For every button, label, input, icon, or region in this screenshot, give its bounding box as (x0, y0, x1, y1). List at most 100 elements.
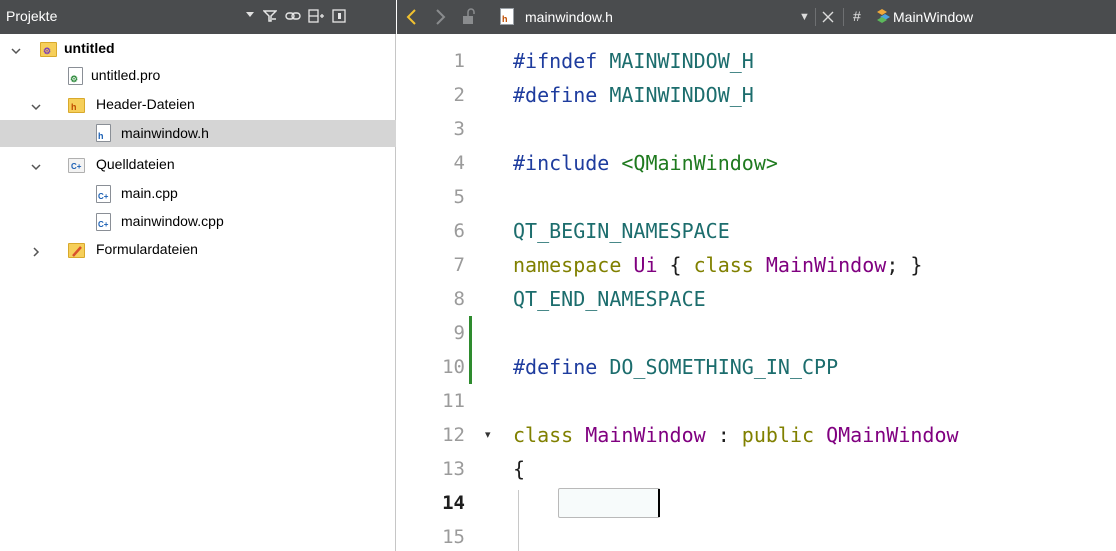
code-token: MAINWINDOW_H (609, 49, 754, 73)
split-icon[interactable] (306, 6, 326, 28)
project-pane-title[interactable]: Projekte (6, 8, 57, 24)
line-number: 13 (442, 458, 465, 480)
code-token: #define (513, 355, 610, 379)
tree-item-label: Formulardateien (96, 241, 198, 257)
code-token: class (513, 423, 586, 447)
open-document-label[interactable]: mainwindow.h (525, 9, 613, 25)
code-token: QT_END_NAMESPACE (513, 287, 706, 311)
forward-arrow-icon[interactable] (433, 6, 451, 28)
tree-item-label: untitled (64, 40, 115, 56)
change-marker (469, 350, 472, 384)
header-folder-icon: h (68, 96, 85, 114)
code-token: MAINWINDOW_H (609, 83, 754, 107)
code-line[interactable]: #ifndef MAINWINDOW_H (513, 44, 754, 78)
code-token: MainWindow (765, 253, 887, 277)
tree-item-label: mainwindow.cpp (121, 213, 224, 229)
line-number: 9 (453, 322, 465, 344)
code-line[interactable]: QT_END_NAMESPACE (513, 282, 706, 316)
fold-arrow-icon[interactable]: ▾ (485, 418, 495, 452)
code-token: DO_SOMETHING_IN_CPP (609, 355, 839, 379)
current-symbol-label[interactable]: MainWindow (893, 9, 973, 25)
line-number-gutter: 1 2 3 4 5 6 7 8 9 10 11 12 ▾ 13 14 15 (397, 34, 519, 551)
change-marker (469, 316, 472, 350)
tree-item-header-dateien[interactable]: h Header-Dateien (0, 92, 396, 119)
pro-file-icon: ⚙ (68, 67, 84, 85)
line-number: 11 (442, 390, 465, 412)
cpp-file-icon: C+ (96, 185, 112, 203)
back-arrow-icon[interactable] (405, 6, 423, 28)
code-token: #include (513, 151, 622, 175)
code-token: public (741, 423, 827, 447)
source-folder-icon: C+ (68, 156, 85, 174)
code-token: { (657, 253, 694, 277)
code-token: QMainWindow (826, 423, 959, 447)
line-number: 1 (453, 50, 465, 72)
line-number: 3 (453, 118, 465, 140)
code-line[interactable]: { (513, 452, 525, 486)
tree-item-mainwindow-h[interactable]: h mainwindow.h (0, 120, 396, 147)
code-token: #ifndef (513, 49, 610, 73)
code-token: Ui (633, 253, 658, 277)
line-number: 14 (442, 492, 465, 514)
line-number: 12 (442, 424, 465, 446)
tree-item-formulardateien[interactable]: Formulardateien (0, 237, 396, 264)
code-line[interactable]: #define MAINWINDOW_H (513, 78, 754, 112)
code-line[interactable]: class MainWindow : public QMainWindow (513, 418, 959, 452)
code-token: class (693, 253, 766, 277)
project-pane-toolbar: Projekte (0, 0, 396, 34)
code-line[interactable]: namespace Ui { class MainWindow; } (513, 248, 922, 282)
dropdown-icon[interactable] (240, 6, 260, 28)
line-number: 7 (453, 254, 465, 276)
filter-icon[interactable] (260, 6, 280, 28)
code-editor[interactable]: 1 2 3 4 5 6 7 8 9 10 11 12 ▾ 13 14 15 #ifndef MAINWINDO… (397, 34, 1116, 551)
symbol-highlight (558, 488, 660, 518)
code-token: MainWindow (585, 423, 706, 447)
code-token: QT_BEGIN_NAMESPACE (513, 219, 730, 243)
code-token: { (513, 457, 526, 481)
toolbar-separator (815, 8, 816, 26)
tree-item-untitled[interactable]: ⚙ untitled (0, 36, 396, 63)
tree-item-label: Quelldateien (96, 156, 175, 172)
editor-toolbar: h mainwindow.h ▼ # MainWindow (397, 0, 1116, 34)
link-icon[interactable] (283, 6, 303, 28)
line-number: 6 (453, 220, 465, 242)
chevron-down-icon[interactable] (10, 44, 22, 56)
line-number: 4 (453, 152, 465, 174)
form-folder-icon (68, 241, 85, 259)
project-icon: ⚙ (40, 40, 57, 58)
tree-item-label: Header-Dateien (96, 96, 195, 112)
close-icon[interactable] (821, 6, 837, 28)
code-token: #define (513, 83, 610, 107)
close-pane-icon[interactable] (329, 6, 349, 28)
code-line[interactable]: QT_BEGIN_NAMESPACE (513, 214, 730, 248)
project-pane: Projekte ⚙ untitled ⚙ untitled.pro h Hea… (0, 0, 396, 551)
tree-item-untitled-pro[interactable]: ⚙ untitled.pro (0, 63, 396, 90)
code-line[interactable]: #define DO_SOMETHING_IN_CPP (513, 350, 838, 384)
code-token: <QMainWindow> (621, 151, 778, 175)
cpp-file-icon: C+ (96, 213, 112, 231)
tree-item-main-cpp[interactable]: C+ main.cpp (0, 181, 396, 208)
text-cursor (658, 489, 660, 517)
tree-item-quelldateien[interactable]: C+ Quelldateien (0, 152, 396, 179)
line-number: 15 (442, 526, 465, 548)
lock-icon[interactable] (461, 8, 477, 26)
toolbar-separator (843, 8, 844, 26)
chevron-down-icon[interactable] (30, 160, 42, 172)
line-number: 10 (442, 356, 465, 378)
header-file-icon: h (500, 8, 514, 25)
tree-item-mainwindow-cpp[interactable]: C+ mainwindow.cpp (0, 209, 396, 236)
class-icon (874, 7, 892, 27)
line-number: 8 (453, 288, 465, 310)
tree-item-label: mainwindow.h (121, 125, 209, 141)
header-file-icon: h (96, 124, 112, 142)
line-number: 2 (453, 84, 465, 106)
line-number: 5 (453, 186, 465, 208)
chevron-down-icon[interactable]: ▼ (799, 7, 813, 27)
code-token: namespace (513, 253, 634, 277)
chevron-down-icon[interactable] (30, 100, 42, 112)
chevron-right-icon[interactable] (30, 245, 42, 257)
tree-item-label: untitled.pro (91, 67, 161, 83)
hash-label[interactable]: # (853, 8, 861, 24)
code-line[interactable]: #include <QMainWindow> (513, 146, 778, 180)
